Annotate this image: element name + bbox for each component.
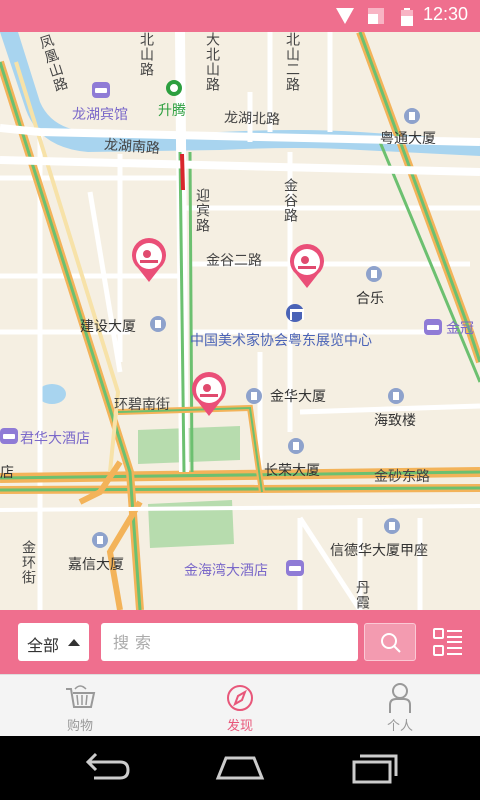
road-label: 金谷路: [282, 178, 298, 223]
tab-label: 发现: [226, 719, 253, 734]
place-label[interactable]: 海致楼: [374, 410, 416, 430]
status-bar: 12:30: [0, 0, 480, 32]
tab-shopping[interactable]: 购物: [0, 675, 160, 737]
back-button[interactable]: [76, 750, 136, 786]
store-pin[interactable]: [130, 238, 168, 284]
place-label[interactable]: 嘉信大厦: [68, 554, 124, 574]
tab-label: 个人: [386, 719, 413, 734]
road-label: 迎宾路: [194, 188, 210, 233]
tab-discover[interactable]: 发现: [160, 675, 320, 737]
place-label[interactable]: 长荣大厦: [264, 460, 320, 480]
place-label[interactable]: 金华大厦: [270, 386, 326, 406]
congested-segment: [180, 153, 185, 191]
building-icon: [366, 266, 382, 282]
category-value: 全部: [27, 636, 60, 655]
search-input[interactable]: [101, 623, 358, 661]
basket-icon: [66, 685, 96, 708]
chevron-up-icon: [68, 639, 80, 646]
recents-button[interactable]: [346, 750, 406, 786]
search-bar: 全部: [0, 610, 480, 674]
place-label[interactable]: 君华大酒店: [20, 428, 90, 448]
recents-icon: [352, 754, 398, 784]
road-label: 丹霞: [354, 580, 370, 610]
back-arrow-icon: [85, 752, 130, 780]
building-icon: [288, 438, 304, 454]
hotel-icon: [0, 428, 18, 444]
road-label: 北山二路: [284, 32, 300, 92]
system-nav-bar: [0, 736, 480, 800]
road-label: 大北山路: [204, 32, 220, 92]
home-icon: [215, 756, 265, 780]
road-label: 龙湖南路: [103, 137, 161, 157]
road-label: 环碧南街: [114, 397, 170, 413]
signal-icon: [368, 8, 384, 24]
place-label[interactable]: 信德华大厦甲座: [330, 540, 428, 560]
building-icon: [246, 388, 262, 404]
road-label: 龙湖北路: [223, 110, 281, 128]
tab-profile[interactable]: 个人: [320, 675, 480, 737]
road-label: 北山路: [138, 32, 154, 77]
place-label[interactable]: 建设大厦: [80, 316, 136, 336]
bottom-tab-bar: 购物 发现 个人: [0, 674, 480, 736]
search-button[interactable]: [364, 623, 416, 661]
category-dropdown[interactable]: 全部: [18, 623, 89, 661]
place-label[interactable]: 龙湖宾馆: [72, 104, 128, 124]
search-icon: [381, 633, 401, 653]
battery-icon: [401, 8, 413, 26]
hotel-icon: [92, 82, 110, 98]
place-label[interactable]: 升腾: [158, 100, 186, 120]
wifi-icon: [336, 8, 354, 24]
store-pin[interactable]: [288, 244, 326, 290]
home-button[interactable]: [210, 750, 270, 786]
hotel-icon: [424, 319, 442, 335]
map-view[interactable]: 凤凰山路 北山路 大北山路 北山二路 龙湖北路 龙湖南路 迎宾路 金谷路 金谷二…: [0, 32, 480, 610]
building-icon: [404, 108, 420, 124]
compass-icon: [227, 685, 253, 711]
building-icon: [150, 316, 166, 332]
place-label[interactable]: 金冠: [446, 318, 474, 338]
road-label: 金环街: [20, 540, 36, 585]
place-label[interactable]: 粤通大厦: [380, 128, 436, 148]
app-screen: 12:30 凤凰山路 北山路 大北山路 北山二路 龙湖北路 龙湖南路 迎宾路 金…: [0, 0, 480, 800]
place-label[interactable]: 店: [0, 462, 14, 482]
road-label: 金谷二路: [206, 253, 262, 269]
road-label: 金砂东路: [374, 469, 430, 485]
place-label[interactable]: 金海湾大酒店: [184, 560, 268, 580]
list-view-button[interactable]: [430, 624, 466, 660]
metro-station-icon: [166, 80, 182, 96]
list-icon: [433, 628, 462, 656]
place-label[interactable]: 中国美术家协会粤东展览中心: [190, 330, 372, 350]
building-icon: [388, 388, 404, 404]
building-icon: [92, 532, 108, 548]
store-pin[interactable]: [190, 372, 228, 418]
hotel-icon: [286, 560, 304, 576]
person-icon: [389, 683, 411, 713]
park-north: [138, 426, 240, 464]
place-label[interactable]: 合乐: [356, 288, 384, 308]
status-time: 12:30: [422, 4, 468, 24]
tab-label: 购物: [66, 719, 93, 734]
building-icon: [384, 518, 400, 534]
museum-icon: [286, 304, 304, 322]
